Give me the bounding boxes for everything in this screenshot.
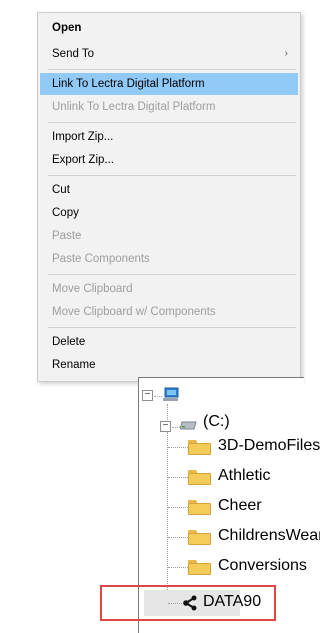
tree-connector xyxy=(154,396,162,397)
folder-icon xyxy=(188,500,211,515)
menu-separator xyxy=(48,175,296,176)
tree-connector xyxy=(168,567,188,568)
drive-label[interactable]: (C:) xyxy=(203,413,230,431)
menu-item-open[interactable]: Open xyxy=(40,17,298,39)
folder-icon xyxy=(188,530,211,545)
folder-icon xyxy=(188,440,211,455)
folder-item[interactable]: ChildrensWear xyxy=(218,527,320,545)
menu-item-rename[interactable]: Rename xyxy=(40,354,298,376)
tree-connector xyxy=(168,447,188,448)
menu-item-label: Export Zip... xyxy=(52,154,114,166)
tree-connector xyxy=(168,537,188,538)
menu-separator xyxy=(48,274,296,275)
collapse-toggle[interactable]: − xyxy=(142,390,153,401)
menu-item-label: Move Clipboard xyxy=(52,283,133,295)
menu-separator xyxy=(48,69,296,70)
menu-item-move-clipboard[interactable]: Move Clipboard xyxy=(40,278,298,300)
menu-item-link-lectra[interactable]: Link To Lectra Digital Platform xyxy=(40,73,298,95)
chevron-right-icon: › xyxy=(284,48,288,59)
highlight-box xyxy=(100,585,276,621)
menu-item-label: Move Clipboard w/ Components xyxy=(52,306,216,318)
menu-item-send-to[interactable]: Send To › xyxy=(40,43,298,65)
menu-item-cut[interactable]: Cut xyxy=(40,179,298,201)
menu-item-label: Rename xyxy=(52,359,96,371)
drive-icon xyxy=(180,421,197,430)
menu-item-label: Open xyxy=(52,22,82,34)
menu-item-label: Cut xyxy=(52,184,70,196)
menu-separator xyxy=(48,327,296,328)
menu-item-label: Unlink To Lectra Digital Platform xyxy=(52,101,216,113)
tree-connector xyxy=(168,507,188,508)
folder-item[interactable]: Cheer xyxy=(218,497,262,515)
menu-item-unlink-lectra[interactable]: Unlink To Lectra Digital Platform xyxy=(40,96,298,118)
tree-connector xyxy=(167,432,168,596)
menu-item-label: Paste Components xyxy=(52,253,150,265)
folder-item[interactable]: 3D-DemoFiles xyxy=(218,437,320,455)
menu-item-copy[interactable]: Copy xyxy=(40,202,298,224)
tree-connector xyxy=(172,427,180,428)
menu-item-paste[interactable]: Paste xyxy=(40,225,298,247)
tree-connector xyxy=(168,477,188,478)
context-menu: Open Send To › Link To Lectra Digital Pla… xyxy=(37,12,301,382)
menu-item-import-zip[interactable]: Import Zip... xyxy=(40,126,298,148)
menu-item-label: Import Zip... xyxy=(52,131,114,143)
menu-item-move-clipboard-components[interactable]: Move Clipboard w/ Components xyxy=(40,301,298,323)
menu-item-export-zip[interactable]: Export Zip... xyxy=(40,149,298,171)
collapse-toggle[interactable]: − xyxy=(160,421,171,432)
menu-item-label: Copy xyxy=(52,207,79,219)
folder-icon xyxy=(188,470,211,485)
folder-item[interactable]: Conversions xyxy=(218,557,307,575)
menu-item-label: Send To xyxy=(52,48,94,60)
menu-item-paste-components[interactable]: Paste Components xyxy=(40,248,298,270)
menu-separator xyxy=(48,122,296,123)
tree-connector xyxy=(167,404,168,420)
folder-item[interactable]: Athletic xyxy=(218,467,270,485)
menu-item-label: Link To Lectra Digital Platform xyxy=(52,78,205,90)
menu-item-label: Delete xyxy=(52,336,86,348)
folder-icon xyxy=(188,560,211,575)
computer-icon xyxy=(163,387,179,401)
menu-item-label: Paste xyxy=(52,230,82,242)
menu-item-delete[interactable]: Delete xyxy=(40,331,298,353)
